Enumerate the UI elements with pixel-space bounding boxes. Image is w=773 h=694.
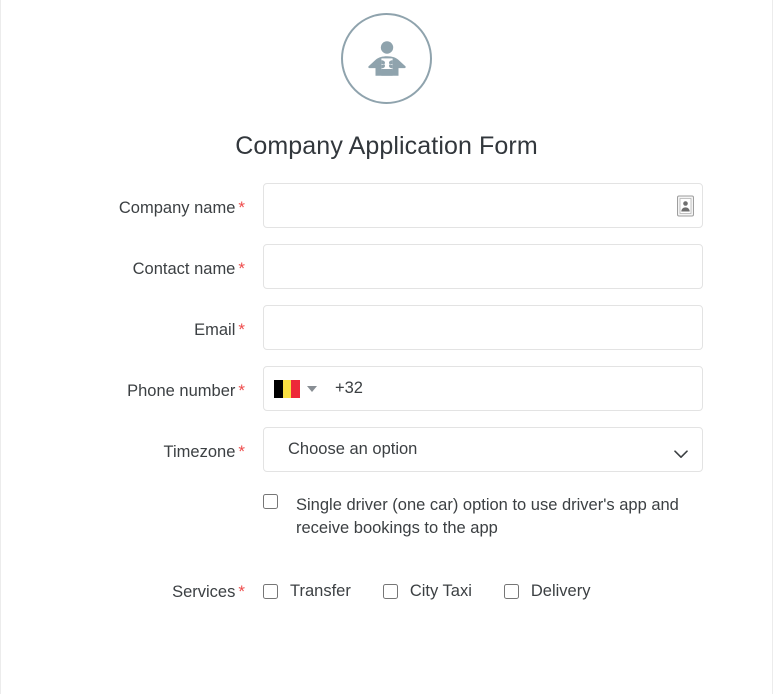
email-input[interactable] <box>263 305 703 350</box>
phone-number-field-wrap: +32 <box>263 366 703 411</box>
autofill-contact-card-icon[interactable] <box>677 195 694 216</box>
required-marker: * <box>238 442 245 461</box>
form-row-email: Email * <box>1 305 772 350</box>
form-row-timezone: Timezone * Choose an option <box>1 427 772 472</box>
required-marker: * <box>238 320 245 339</box>
logo-container <box>1 0 772 104</box>
delivery-label: Delivery <box>530 582 591 601</box>
service-option-delivery[interactable]: Delivery <box>503 582 591 601</box>
company-name-field-wrap <box>263 183 703 228</box>
company-name-input-holder <box>263 183 703 228</box>
transfer-checkbox[interactable] <box>263 584 278 600</box>
phone-number-label-text: Phone number <box>127 382 236 400</box>
service-option-city-taxi[interactable]: City Taxi <box>382 582 472 601</box>
contact-name-label-text: Contact name <box>132 260 236 278</box>
person-with-package-icon <box>362 34 412 84</box>
timezone-label: Timezone * <box>1 427 263 463</box>
application-form-page: Company Application Form Company name* <box>0 0 773 694</box>
application-form: Company name * Contact name * Email * Ph… <box>1 183 772 602</box>
phone-number-field[interactable]: +32 <box>263 366 703 411</box>
form-row-single-driver: Single driver (one car) option to use dr… <box>1 494 772 541</box>
form-row-contact-name: Contact name * <box>1 244 772 289</box>
page-title: Company Application Form <box>235 132 538 160</box>
single-driver-checkbox[interactable] <box>263 494 278 509</box>
services-options: Transfer City Taxi Delivery <box>263 582 590 601</box>
services-label-text: Services <box>172 582 236 601</box>
email-label: Email * <box>1 305 263 341</box>
single-driver-field-wrap: Single driver (one car) option to use dr… <box>263 494 703 541</box>
service-option-transfer[interactable]: Transfer <box>263 582 351 601</box>
single-driver-label: Single driver (one car) option to use dr… <box>296 496 679 538</box>
form-row-company-name: Company name * <box>1 183 772 228</box>
contact-name-field-wrap <box>263 244 703 289</box>
timezone-field-wrap: Choose an option <box>263 427 703 472</box>
city-taxi-checkbox[interactable] <box>382 584 398 600</box>
required-marker: * <box>238 581 245 601</box>
services-label: Services * <box>1 581 263 603</box>
logo-circle <box>341 13 432 104</box>
phone-dial-code: +32 <box>335 379 363 397</box>
company-name-input[interactable] <box>263 183 703 228</box>
belgium-flag-icon[interactable] <box>274 379 300 398</box>
delivery-checkbox[interactable] <box>503 584 519 600</box>
phone-number-label: Phone number * <box>1 366 263 402</box>
single-driver-option[interactable]: Single driver (one car) option to use dr… <box>263 494 703 541</box>
company-name-label: Company name * <box>1 183 263 219</box>
timezone-selected-value: Choose an option <box>288 440 418 458</box>
required-marker: * <box>238 381 245 400</box>
email-field-wrap <box>263 305 703 350</box>
chevron-down-icon[interactable] <box>674 445 688 458</box>
required-marker: * <box>238 259 245 278</box>
contact-name-label: Contact name * <box>1 244 263 280</box>
form-row-services: Services * Transfer City Taxi Delivery <box>1 581 772 603</box>
contact-name-input[interactable] <box>263 244 703 289</box>
timezone-label-text: Timezone <box>163 443 236 461</box>
form-row-phone-number: Phone number * +32 <box>1 366 772 411</box>
timezone-select[interactable]: Choose an option <box>263 427 703 472</box>
company-name-label-text: Company name <box>118 199 236 217</box>
email-label-text: Email <box>194 321 236 339</box>
chevron-down-icon[interactable] <box>307 385 317 392</box>
transfer-label: Transfer <box>290 582 351 601</box>
city-taxi-label: City Taxi <box>409 582 472 601</box>
required-marker: * <box>238 198 245 217</box>
